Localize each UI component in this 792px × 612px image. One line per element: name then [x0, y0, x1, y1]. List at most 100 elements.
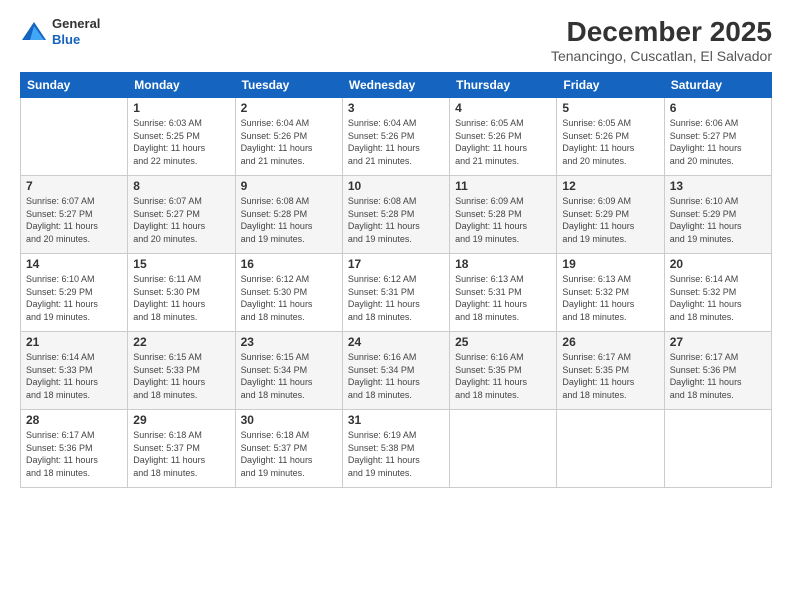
day-info: Sunrise: 6:05 AM Sunset: 5:26 PM Dayligh…	[562, 117, 658, 167]
calendar-cell	[21, 98, 128, 176]
location-title: Tenancingo, Cuscatlan, El Salvador	[551, 48, 772, 64]
day-info: Sunrise: 6:07 AM Sunset: 5:27 PM Dayligh…	[133, 195, 229, 245]
day-info: Sunrise: 6:12 AM Sunset: 5:30 PM Dayligh…	[241, 273, 337, 323]
calendar-cell: 6 Sunrise: 6:06 AM Sunset: 5:27 PM Daylig…	[664, 98, 771, 176]
day-info: Sunrise: 6:07 AM Sunset: 5:27 PM Dayligh…	[26, 195, 122, 245]
calendar-week-4: 21 Sunrise: 6:14 AM Sunset: 5:33 PM Dayli…	[21, 332, 772, 410]
day-info: Sunrise: 6:03 AM Sunset: 5:25 PM Dayligh…	[133, 117, 229, 167]
calendar-cell	[557, 410, 664, 488]
calendar-cell: 5 Sunrise: 6:05 AM Sunset: 5:26 PM Daylig…	[557, 98, 664, 176]
calendar-cell: 28 Sunrise: 6:17 AM Sunset: 5:36 PM Dayli…	[21, 410, 128, 488]
calendar-cell: 12 Sunrise: 6:09 AM Sunset: 5:29 PM Dayli…	[557, 176, 664, 254]
day-info: Sunrise: 6:13 AM Sunset: 5:31 PM Dayligh…	[455, 273, 551, 323]
calendar-cell: 20 Sunrise: 6:14 AM Sunset: 5:32 PM Dayli…	[664, 254, 771, 332]
day-info: Sunrise: 6:09 AM Sunset: 5:29 PM Dayligh…	[562, 195, 658, 245]
day-number: 27	[670, 335, 766, 349]
calendar-cell: 29 Sunrise: 6:18 AM Sunset: 5:37 PM Dayli…	[128, 410, 235, 488]
calendar-cell: 26 Sunrise: 6:17 AM Sunset: 5:35 PM Dayli…	[557, 332, 664, 410]
day-info: Sunrise: 6:17 AM Sunset: 5:36 PM Dayligh…	[670, 351, 766, 401]
day-info: Sunrise: 6:08 AM Sunset: 5:28 PM Dayligh…	[241, 195, 337, 245]
day-info: Sunrise: 6:18 AM Sunset: 5:37 PM Dayligh…	[133, 429, 229, 479]
calendar-cell: 9Sunrise: 6:08 AM Sunset: 5:28 PM Daylig…	[235, 176, 342, 254]
day-number: 28	[26, 413, 122, 427]
calendar-cell: 2 Sunrise: 6:04 AM Sunset: 5:26 PM Daylig…	[235, 98, 342, 176]
day-info: Sunrise: 6:06 AM Sunset: 5:27 PM Dayligh…	[670, 117, 766, 167]
day-number: 5	[562, 101, 658, 115]
day-info: Sunrise: 6:13 AM Sunset: 5:32 PM Dayligh…	[562, 273, 658, 323]
day-number: 26	[562, 335, 658, 349]
day-info: Sunrise: 6:12 AM Sunset: 5:31 PM Dayligh…	[348, 273, 444, 323]
day-number: 3	[348, 101, 444, 115]
day-info: Sunrise: 6:15 AM Sunset: 5:33 PM Dayligh…	[133, 351, 229, 401]
weekday-header-wednesday: Wednesday	[342, 73, 449, 98]
calendar-cell: 11Sunrise: 6:09 AM Sunset: 5:28 PM Dayli…	[450, 176, 557, 254]
day-number: 17	[348, 257, 444, 271]
weekday-header-monday: Monday	[128, 73, 235, 98]
calendar-week-1: 1 Sunrise: 6:03 AM Sunset: 5:25 PM Daylig…	[21, 98, 772, 176]
day-number: 24	[348, 335, 444, 349]
calendar-cell: 3Sunrise: 6:04 AM Sunset: 5:26 PM Daylig…	[342, 98, 449, 176]
day-number: 13	[670, 179, 766, 193]
day-info: Sunrise: 6:04 AM Sunset: 5:26 PM Dayligh…	[241, 117, 337, 167]
header: General Blue December 2025 Tenancingo, C…	[20, 16, 772, 64]
day-number: 8	[133, 179, 229, 193]
day-number: 7	[26, 179, 122, 193]
day-number: 21	[26, 335, 122, 349]
calendar-cell: 19Sunrise: 6:13 AM Sunset: 5:32 PM Dayli…	[557, 254, 664, 332]
calendar-cell: 24 Sunrise: 6:16 AM Sunset: 5:34 PM Dayli…	[342, 332, 449, 410]
day-number: 6	[670, 101, 766, 115]
page: General Blue December 2025 Tenancingo, C…	[0, 0, 792, 612]
calendar-week-3: 14 Sunrise: 6:10 AM Sunset: 5:29 PM Dayli…	[21, 254, 772, 332]
calendar-cell: 18Sunrise: 6:13 AM Sunset: 5:31 PM Dayli…	[450, 254, 557, 332]
day-number: 23	[241, 335, 337, 349]
day-number: 31	[348, 413, 444, 427]
calendar-cell: 7 Sunrise: 6:07 AM Sunset: 5:27 PM Daylig…	[21, 176, 128, 254]
calendar-cell: 21 Sunrise: 6:14 AM Sunset: 5:33 PM Dayli…	[21, 332, 128, 410]
calendar-cell: 10Sunrise: 6:08 AM Sunset: 5:28 PM Dayli…	[342, 176, 449, 254]
logo: General Blue	[20, 16, 100, 47]
calendar-cell: 31Sunrise: 6:19 AM Sunset: 5:38 PM Dayli…	[342, 410, 449, 488]
calendar-cell	[664, 410, 771, 488]
day-number: 14	[26, 257, 122, 271]
day-info: Sunrise: 6:11 AM Sunset: 5:30 PM Dayligh…	[133, 273, 229, 323]
calendar-cell	[450, 410, 557, 488]
calendar-week-5: 28 Sunrise: 6:17 AM Sunset: 5:36 PM Dayli…	[21, 410, 772, 488]
calendar-cell: 22 Sunrise: 6:15 AM Sunset: 5:33 PM Dayli…	[128, 332, 235, 410]
day-info: Sunrise: 6:10 AM Sunset: 5:29 PM Dayligh…	[26, 273, 122, 323]
day-info: Sunrise: 6:08 AM Sunset: 5:28 PM Dayligh…	[348, 195, 444, 245]
day-info: Sunrise: 6:14 AM Sunset: 5:32 PM Dayligh…	[670, 273, 766, 323]
day-info: Sunrise: 6:16 AM Sunset: 5:34 PM Dayligh…	[348, 351, 444, 401]
day-info: Sunrise: 6:18 AM Sunset: 5:37 PM Dayligh…	[241, 429, 337, 479]
calendar-cell: 25Sunrise: 6:16 AM Sunset: 5:35 PM Dayli…	[450, 332, 557, 410]
calendar-cell: 8 Sunrise: 6:07 AM Sunset: 5:27 PM Daylig…	[128, 176, 235, 254]
calendar-table: SundayMondayTuesdayWednesdayThursdayFrid…	[20, 72, 772, 488]
logo-icon	[20, 20, 48, 44]
weekday-header-thursday: Thursday	[450, 73, 557, 98]
day-info: Sunrise: 6:17 AM Sunset: 5:35 PM Dayligh…	[562, 351, 658, 401]
weekday-header-saturday: Saturday	[664, 73, 771, 98]
calendar-header-row: SundayMondayTuesdayWednesdayThursdayFrid…	[21, 73, 772, 98]
calendar-cell: 23Sunrise: 6:15 AM Sunset: 5:34 PM Dayli…	[235, 332, 342, 410]
calendar-cell: 1 Sunrise: 6:03 AM Sunset: 5:25 PM Daylig…	[128, 98, 235, 176]
day-info: Sunrise: 6:14 AM Sunset: 5:33 PM Dayligh…	[26, 351, 122, 401]
day-number: 29	[133, 413, 229, 427]
day-number: 2	[241, 101, 337, 115]
day-number: 1	[133, 101, 229, 115]
weekday-header-tuesday: Tuesday	[235, 73, 342, 98]
calendar-cell: 15 Sunrise: 6:11 AM Sunset: 5:30 PM Dayli…	[128, 254, 235, 332]
calendar-cell: 27 Sunrise: 6:17 AM Sunset: 5:36 PM Dayli…	[664, 332, 771, 410]
day-info: Sunrise: 6:10 AM Sunset: 5:29 PM Dayligh…	[670, 195, 766, 245]
logo-text: General Blue	[52, 16, 100, 47]
calendar-cell: 13 Sunrise: 6:10 AM Sunset: 5:29 PM Dayli…	[664, 176, 771, 254]
day-info: Sunrise: 6:17 AM Sunset: 5:36 PM Dayligh…	[26, 429, 122, 479]
day-number: 25	[455, 335, 551, 349]
logo-blue: Blue	[52, 32, 80, 47]
day-number: 16	[241, 257, 337, 271]
day-number: 15	[133, 257, 229, 271]
day-number: 12	[562, 179, 658, 193]
day-number: 22	[133, 335, 229, 349]
calendar-cell: 16 Sunrise: 6:12 AM Sunset: 5:30 PM Dayli…	[235, 254, 342, 332]
day-number: 20	[670, 257, 766, 271]
calendar-cell: 4Sunrise: 6:05 AM Sunset: 5:26 PM Daylig…	[450, 98, 557, 176]
day-number: 30	[241, 413, 337, 427]
